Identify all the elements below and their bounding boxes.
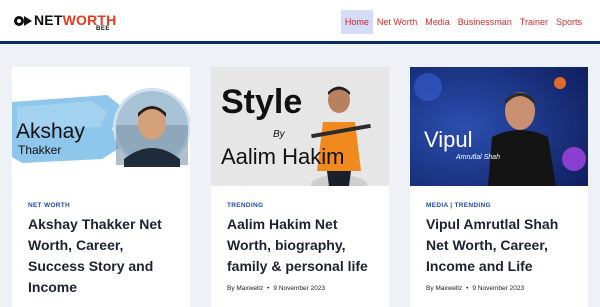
logo-eye-icon [14,16,32,26]
post-meta: By Maxwellz • 9 November 2023 [426,285,524,292]
post-thumbnail[interactable]: Style By Aalim Hakim [211,67,389,186]
post-card[interactable]: Style By Aalim Hakim TRENDING Aalim Haki… [211,67,389,307]
thumbnail-vipul-artwork: Vipul Amrutlal Shah [410,67,588,186]
nav-item-home[interactable]: Home [340,10,373,34]
thumbnail-aalim-artwork: Style By Aalim Hakim [211,67,389,186]
meta-separator: • [267,285,270,292]
nav-item-trainer[interactable]: Trainer [516,10,552,34]
post-title[interactable]: Aalim Hakim Net Worth, biography, family… [227,214,377,277]
post-category[interactable]: TRENDING [227,202,263,209]
main-nav: Home Net Worth Media Businessman Trainer… [340,10,586,34]
nav-item-sports[interactable]: Sports [552,10,586,34]
post-title[interactable]: Akshay Thakker Net Worth, Career, Succes… [28,214,178,298]
logo-text-net: NET [34,12,63,28]
nav-item-net-worth[interactable]: Net Worth [373,10,421,34]
thumbnail-akshay-artwork: Akshay Thakker [12,67,190,186]
post-author[interactable]: By Maxwellz [426,285,462,292]
nav-item-media[interactable]: Media [421,10,454,34]
thumbnail-title-line1: Akshay [16,120,85,143]
post-category[interactable]: NET WORTH [28,202,70,209]
thumbnail-title-by: By [273,129,286,140]
post-thumbnail[interactable]: Akshay Thakker [12,67,190,186]
logo-text-bee: BEE [96,26,110,32]
post-card[interactable]: Vipul Amrutlal Shah MEDIA | TRENDING Vip… [410,67,588,307]
post-card[interactable]: Akshay Thakker NET WORTH Akshay Thakker … [12,67,190,307]
meta-separator: • [466,285,469,292]
thumbnail-title-line1: Vipul [424,127,473,152]
post-grid: Akshay Thakker NET WORTH Akshay Thakker … [12,67,588,307]
thumbnail-title-style: Style [221,83,302,121]
post-date: 9 November 2023 [273,285,326,292]
thumbnail-title-name: Aalim Hakim [221,144,344,169]
nav-item-businessman[interactable]: Businessman [454,10,516,34]
post-date: 9 November 2023 [472,285,525,292]
post-category[interactable]: MEDIA | TRENDING [426,202,491,209]
post-thumbnail[interactable]: Vipul Amrutlal Shah [410,67,588,186]
thumbnail-title-line2: Amrutlal Shah [455,154,500,161]
thumbnail-title-line2: Thakker [18,143,61,157]
post-meta: By Maxwellz • 9 November 2023 [227,285,325,292]
post-author[interactable]: By Maxwellz [227,285,263,292]
site-header: NETWORTH BEE Home Net Worth Media Busine… [0,0,600,44]
post-title[interactable]: Vipul Amrutlal Shah Net Worth, Career, I… [426,214,576,277]
